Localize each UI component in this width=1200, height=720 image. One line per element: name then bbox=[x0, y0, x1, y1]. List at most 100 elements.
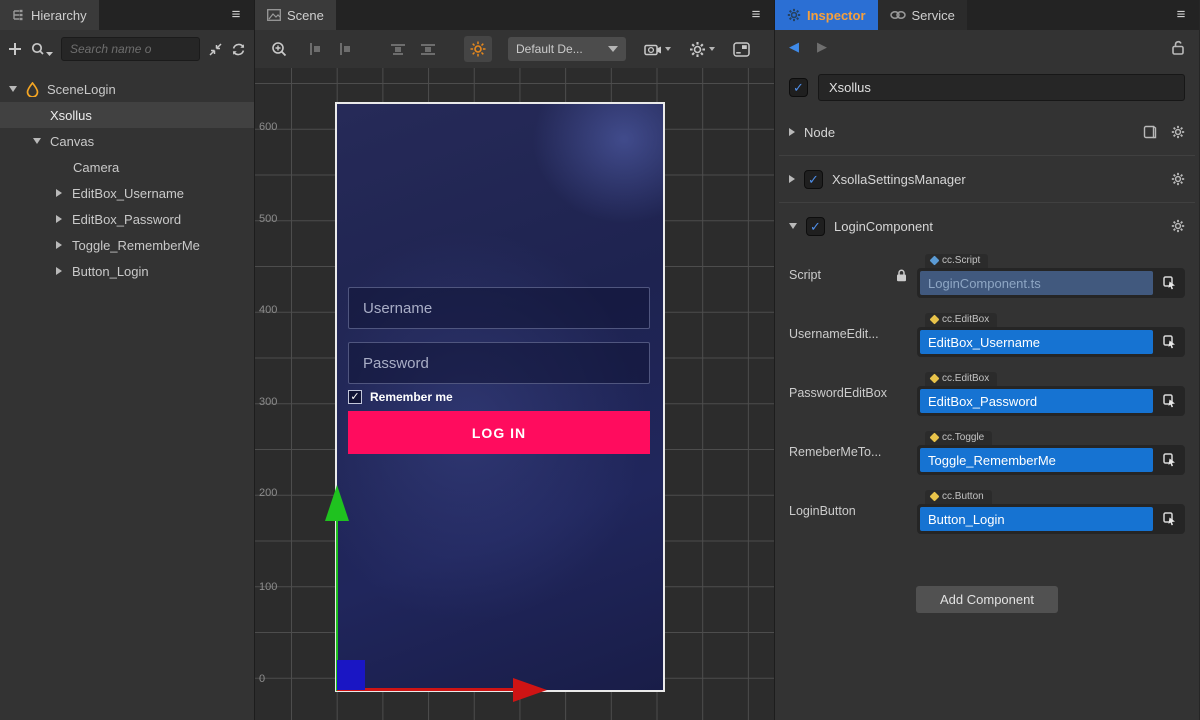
align-center-h-icon[interactable] bbox=[337, 42, 352, 56]
tab-scene[interactable]: Scene bbox=[255, 0, 336, 30]
gear-icon[interactable] bbox=[1171, 172, 1185, 186]
add-node-icon[interactable] bbox=[8, 42, 22, 56]
collapsed-arrow-icon[interactable] bbox=[56, 267, 62, 275]
zoom-icon[interactable] bbox=[271, 41, 288, 58]
password-field[interactable]: Password bbox=[348, 342, 650, 384]
gear-icon bbox=[689, 41, 706, 58]
tab-scene-label: Scene bbox=[287, 8, 324, 23]
cocos-creator-editor: Hierarchy ≡ bbox=[0, 0, 1200, 720]
settings-manager-header[interactable]: ✓ XsollaSettingsManager bbox=[775, 164, 1199, 194]
username-placeholder: Username bbox=[363, 300, 432, 317]
add-component-button[interactable]: Add Component bbox=[916, 586, 1058, 613]
scene-settings-tool[interactable] bbox=[689, 41, 715, 58]
node-picker-button[interactable] bbox=[1156, 389, 1182, 413]
node-picker-button[interactable] bbox=[1156, 330, 1182, 354]
rememberme-toggle-reference[interactable]: Toggle_RememberMe bbox=[920, 448, 1153, 472]
tree-item-xsollus[interactable]: Xsollus bbox=[0, 102, 254, 128]
scene-tabbar: Scene ≡ bbox=[255, 0, 774, 30]
collapsed-arrow-icon[interactable] bbox=[789, 128, 795, 136]
collapsed-arrow-icon[interactable] bbox=[56, 241, 62, 249]
login-button-reference[interactable]: Button_Login bbox=[920, 507, 1153, 531]
asset-type-badge: cc.EditBox bbox=[925, 313, 997, 327]
align-left-icon[interactable] bbox=[308, 42, 323, 56]
inspector-panel: Inspector Service ≡ ◀ ▶ ✓ Node bbox=[775, 0, 1199, 720]
password-editbox-reference[interactable]: EditBox_Password bbox=[920, 389, 1153, 413]
node-name-input[interactable] bbox=[818, 74, 1185, 101]
camera-preset-dropdown[interactable]: Default De... bbox=[508, 37, 626, 61]
tree-item-label: Canvas bbox=[50, 134, 94, 149]
game-canvas-preview[interactable]: Username Password ✓ Remember me LOG IN bbox=[335, 102, 665, 692]
tree-item-scenelogin[interactable]: SceneLogin bbox=[0, 76, 254, 102]
forward-arrow-icon[interactable]: ▶ bbox=[817, 39, 827, 55]
y-axis-arrowhead-icon[interactable] bbox=[325, 485, 349, 521]
password-editbox-property-row: PasswordEditBox cc.EditBox EditBox_Passw… bbox=[789, 369, 1185, 416]
gear-icon[interactable] bbox=[1171, 219, 1185, 233]
gear-icon bbox=[787, 8, 801, 22]
search-input[interactable] bbox=[61, 37, 200, 61]
remember-me-toggle[interactable]: ✓ Remember me bbox=[348, 390, 453, 404]
login-component-header[interactable]: ✓ LoginComponent bbox=[775, 211, 1199, 241]
collapse-all-icon[interactable] bbox=[208, 42, 223, 57]
expand-arrow-icon[interactable] bbox=[33, 138, 41, 144]
tree-item-button-login[interactable]: Button_Login bbox=[0, 258, 254, 284]
align-top-icon[interactable] bbox=[390, 42, 406, 56]
chevron-down-icon bbox=[709, 47, 715, 51]
tab-hierarchy[interactable]: Hierarchy bbox=[0, 0, 99, 30]
node-section-header[interactable]: Node bbox=[775, 117, 1199, 147]
node-picker-button[interactable] bbox=[1156, 507, 1182, 531]
scene-menu-icon[interactable]: ≡ bbox=[748, 7, 764, 23]
script-asset-reference[interactable]: LoginComponent.ts bbox=[920, 271, 1153, 295]
component-enabled-checkbox[interactable]: ✓ bbox=[804, 170, 823, 189]
hierarchy-tree: SceneLogin Xsollus Canvas Camera EditBox… bbox=[0, 68, 254, 284]
login-button-property-row: LoginButton cc.Button Button_Login bbox=[789, 487, 1185, 534]
asset-picker-button[interactable] bbox=[1156, 271, 1182, 295]
checkbox-check-icon[interactable]: ✓ bbox=[348, 390, 362, 404]
tree-item-canvas[interactable]: Canvas bbox=[0, 128, 254, 154]
back-arrow-icon[interactable]: ◀ bbox=[789, 39, 799, 55]
tree-item-editbox-username[interactable]: EditBox_Username bbox=[0, 180, 254, 206]
scene-viewport[interactable]: 600 500 400 300 200 100 0 Username Passw… bbox=[255, 68, 774, 720]
collapsed-arrow-icon[interactable] bbox=[56, 215, 62, 223]
tree-item-label: SceneLogin bbox=[47, 82, 116, 97]
expand-arrow-icon[interactable] bbox=[9, 86, 17, 92]
ruler-label: 300 bbox=[259, 396, 283, 408]
username-field[interactable]: Username bbox=[348, 287, 650, 329]
origin-handle[interactable] bbox=[337, 660, 365, 690]
gear-icon[interactable] bbox=[1171, 125, 1185, 139]
username-editbox-reference[interactable]: EditBox_Username bbox=[920, 330, 1153, 354]
gizmo-toggle-button[interactable] bbox=[464, 36, 492, 62]
node-section-label: Node bbox=[804, 125, 835, 140]
expand-arrow-icon[interactable] bbox=[789, 223, 797, 229]
login-component-label: LoginComponent bbox=[834, 219, 933, 234]
inspector-tabbar: Inspector Service ≡ bbox=[775, 0, 1199, 30]
tree-item-camera[interactable]: Camera bbox=[0, 154, 254, 180]
inspector-menu-icon[interactable]: ≡ bbox=[1173, 7, 1189, 23]
tree-item-toggle-rememberme[interactable]: Toggle_RememberMe bbox=[0, 232, 254, 258]
node-active-checkbox[interactable]: ✓ bbox=[789, 78, 808, 97]
x-axis-arrowhead-icon[interactable] bbox=[513, 678, 547, 702]
align-middle-v-icon[interactable] bbox=[420, 42, 436, 56]
tree-item-label: EditBox_Username bbox=[72, 186, 184, 201]
docs-icon[interactable] bbox=[1143, 125, 1157, 139]
camera-tool[interactable] bbox=[644, 42, 671, 57]
password-editbox-property-label: PasswordEditBox bbox=[789, 386, 887, 400]
log-in-button[interactable]: LOG IN bbox=[348, 411, 650, 454]
asset-type-badge: cc.Toggle bbox=[925, 431, 992, 445]
tab-inspector[interactable]: Inspector bbox=[775, 0, 878, 30]
tree-item-editbox-password[interactable]: EditBox_Password bbox=[0, 206, 254, 232]
gizmo-light-icon bbox=[470, 41, 486, 57]
ruler-label: 400 bbox=[259, 304, 283, 316]
collapsed-arrow-icon[interactable] bbox=[56, 189, 62, 197]
search-filter-icon[interactable] bbox=[30, 41, 53, 57]
add-component-label: Add Component bbox=[940, 592, 1034, 607]
component-enabled-checkbox[interactable]: ✓ bbox=[806, 217, 825, 236]
tab-hierarchy-label: Hierarchy bbox=[31, 8, 87, 23]
refresh-icon[interactable] bbox=[231, 42, 246, 57]
tab-service[interactable]: Service bbox=[878, 0, 967, 30]
hierarchy-menu-icon[interactable]: ≡ bbox=[228, 7, 244, 23]
unlock-icon[interactable] bbox=[1171, 40, 1185, 55]
layout-tool[interactable] bbox=[733, 42, 750, 57]
node-picker-button[interactable] bbox=[1156, 448, 1182, 472]
collapsed-arrow-icon[interactable] bbox=[789, 175, 795, 183]
password-placeholder: Password bbox=[363, 355, 429, 372]
